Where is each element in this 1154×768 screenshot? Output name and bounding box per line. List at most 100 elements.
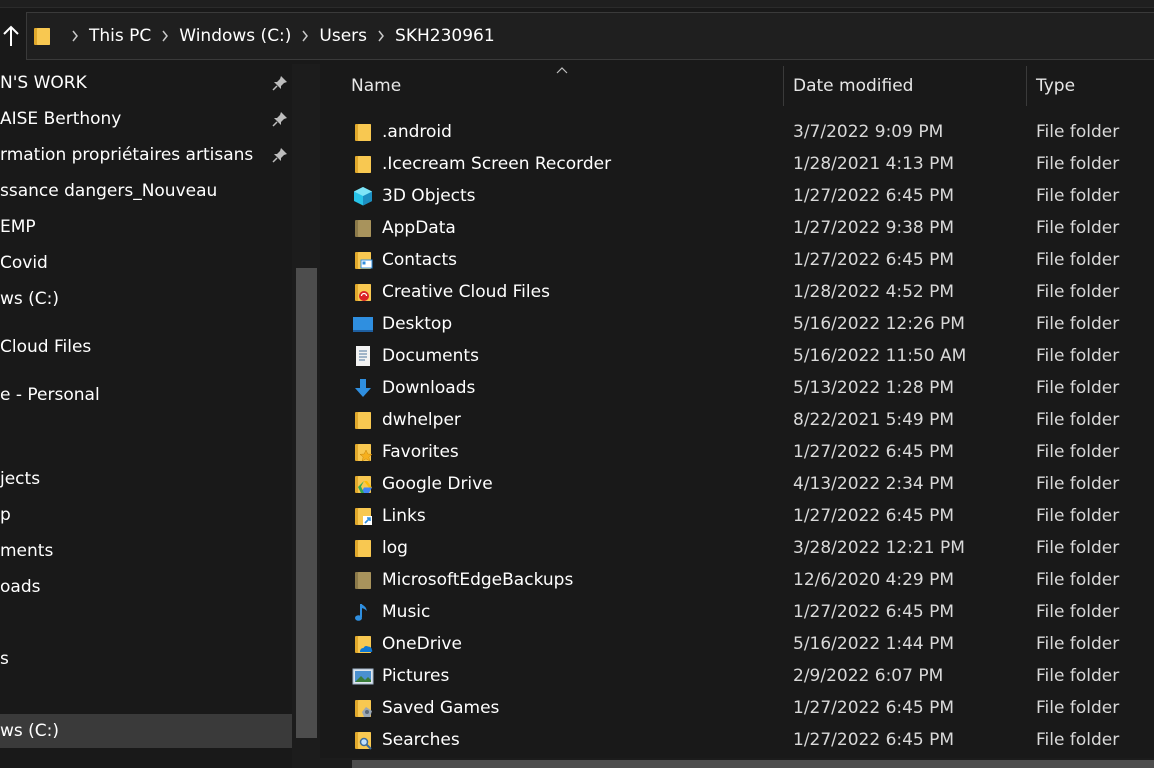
documents-icon: [356, 346, 370, 366]
chevron-right-icon[interactable]: [71, 30, 79, 42]
breadcrumb-item[interactable]: Windows (C:): [179, 26, 291, 46]
file-row[interactable]: Downloads 5/13/2022 1:28 PM File folder: [346, 372, 1154, 404]
nav-item[interactable]: N'S WORK: [0, 66, 292, 100]
horizontal-scrollbar-thumb[interactable]: [352, 760, 1154, 768]
file-date-modified: 1/27/2022 6:45 PM: [793, 186, 955, 206]
file-type: File folder: [1036, 442, 1120, 462]
file-row[interactable]: 3D Objects 1/27/2022 6:45 PM File folder: [346, 180, 1154, 212]
file-row[interactable]: Links 1/27/2022 6:45 PM File folder: [346, 500, 1154, 532]
file-name: Documents: [382, 346, 479, 366]
nav-item[interactable]: s: [0, 642, 292, 676]
nav-item[interactable]: e - Personal: [0, 378, 292, 412]
nav-item[interactable]: oads: [0, 570, 292, 604]
breadcrumb-item[interactable]: Users: [319, 26, 367, 46]
nav-item[interactable]: AISE Berthony: [0, 102, 292, 136]
file-date-modified: 1/27/2022 9:38 PM: [793, 218, 955, 238]
nav-item[interactable]: ws (C:): [0, 714, 292, 748]
column-divider[interactable]: [783, 66, 784, 106]
file-row[interactable]: .Icecream Screen Recorder 1/28/2021 4:13 …: [346, 148, 1154, 180]
file-date-modified: 8/22/2021 5:49 PM: [793, 410, 955, 430]
google-drive-folder-icon: [355, 476, 372, 493]
nav-item-label: oads: [0, 577, 41, 597]
file-date-modified: 1/27/2022 6:45 PM: [793, 506, 955, 526]
nav-item[interactable]: ssance dangers_Nouveau: [0, 174, 292, 208]
file-type: File folder: [1036, 602, 1120, 622]
nav-item-label: Covid: [0, 253, 48, 273]
file-name: AppData: [382, 218, 456, 238]
navigation-pane[interactable]: N'S WORK AISE Berthony rmation propriétair…: [0, 64, 320, 768]
hidden-folder-icon: [355, 572, 371, 589]
nav-scrollbar-thumb[interactable]: [296, 268, 317, 738]
file-name: Creative Cloud Files: [382, 282, 550, 302]
favorites-star-folder-icon: [355, 444, 373, 462]
nav-item[interactable]: Covid: [0, 246, 292, 280]
3d-objects-icon: [354, 187, 372, 206]
nav-item[interactable]: ws (C:): [0, 282, 292, 316]
file-name: .android: [382, 122, 452, 142]
file-row[interactable]: .android 3/7/2022 9:09 PM File folder: [346, 116, 1154, 148]
column-header-type[interactable]: Type: [1036, 76, 1075, 96]
file-row[interactable]: Desktop 5/16/2022 12:26 PM File folder: [346, 308, 1154, 340]
breadcrumb: This PC Windows (C:) Users SKH230961: [61, 26, 495, 46]
nav-item-label: ws (C:): [0, 289, 60, 309]
file-row[interactable]: dwhelper 8/22/2021 5:49 PM File folder: [346, 404, 1154, 436]
folder-icon: [355, 412, 371, 429]
file-name: Desktop: [382, 314, 453, 334]
file-name: Contacts: [382, 250, 457, 270]
file-name: Favorites: [382, 442, 459, 462]
nav-item-label: s: [0, 649, 9, 669]
file-row[interactable]: Saved Games 1/27/2022 6:45 PM File folder: [346, 692, 1154, 724]
nav-item[interactable]: rmation propriétaires artisans: [0, 138, 292, 172]
file-type: File folder: [1036, 314, 1120, 334]
address-bar[interactable]: This PC Windows (C:) Users SKH230961: [26, 12, 1154, 60]
column-divider[interactable]: [1026, 66, 1027, 106]
file-row[interactable]: log 3/28/2022 12:21 PM File folder: [346, 532, 1154, 564]
file-row[interactable]: Searches 1/27/2022 6:45 PM File folder: [346, 724, 1154, 756]
file-row[interactable]: Creative Cloud Files 1/28/2022 4:52 PM Fil…: [346, 276, 1154, 308]
pin-icon[interactable]: [272, 147, 288, 163]
saved-games-folder-icon: [355, 700, 372, 717]
file-type: File folder: [1036, 666, 1120, 686]
pictures-icon: [352, 668, 374, 685]
file-date-modified: 5/16/2022 11:50 AM: [793, 346, 967, 366]
nav-item[interactable]: jects: [0, 462, 292, 496]
file-date-modified: 2/9/2022 6:07 PM: [793, 666, 944, 686]
nav-item-label: e - Personal: [0, 385, 100, 405]
file-date-modified: 1/27/2022 6:45 PM: [793, 730, 955, 750]
file-date-modified: 12/6/2020 4:29 PM: [793, 570, 955, 590]
file-row[interactable]: Contacts 1/27/2022 6:45 PM File folder: [346, 244, 1154, 276]
file-type: File folder: [1036, 506, 1120, 526]
nav-item[interactable]: p: [0, 498, 292, 532]
file-row[interactable]: OneDrive 5/16/2022 1:44 PM File folder: [346, 628, 1154, 660]
links-folder-icon: [355, 508, 372, 525]
up-button[interactable]: [0, 20, 22, 52]
breadcrumb-item[interactable]: SKH230961: [395, 26, 495, 46]
column-header-name[interactable]: Name: [351, 76, 401, 96]
pin-icon[interactable]: [272, 75, 288, 91]
breadcrumb-item[interactable]: This PC: [89, 26, 151, 46]
column-header-date-modified[interactable]: Date modified: [793, 76, 913, 96]
chevron-right-icon[interactable]: [301, 30, 309, 42]
file-row[interactable]: Documents 5/16/2022 11:50 AM File folder: [346, 340, 1154, 372]
nav-item[interactable]: Cloud Files: [0, 330, 292, 364]
file-name: Music: [382, 602, 431, 622]
nav-item-label: p: [0, 505, 11, 525]
chevron-right-icon[interactable]: [377, 30, 385, 42]
nav-item[interactable]: ments: [0, 534, 292, 568]
file-type: File folder: [1036, 474, 1120, 494]
file-row[interactable]: AppData 1/27/2022 9:38 PM File folder: [346, 212, 1154, 244]
search-folder-icon: [355, 732, 372, 750]
file-row[interactable]: Favorites 1/27/2022 6:45 PM File folder: [346, 436, 1154, 468]
nav-item-label: ments: [0, 541, 54, 561]
nav-item-label: EMP: [0, 217, 36, 237]
file-name: Pictures: [382, 666, 450, 686]
file-row[interactable]: Music 1/27/2022 6:45 PM File folder: [346, 596, 1154, 628]
pin-icon[interactable]: [272, 111, 288, 127]
file-row[interactable]: MicrosoftEdgeBackups 12/6/2020 4:29 PM Fil…: [346, 564, 1154, 596]
chevron-right-icon[interactable]: [161, 30, 169, 42]
file-row[interactable]: Google Drive 4/13/2022 2:34 PM File folder: [346, 468, 1154, 500]
nav-item[interactable]: EMP: [0, 210, 292, 244]
file-type: File folder: [1036, 122, 1120, 142]
file-type: File folder: [1036, 186, 1120, 206]
file-row[interactable]: Pictures 2/9/2022 6:07 PM File folder: [346, 660, 1154, 692]
